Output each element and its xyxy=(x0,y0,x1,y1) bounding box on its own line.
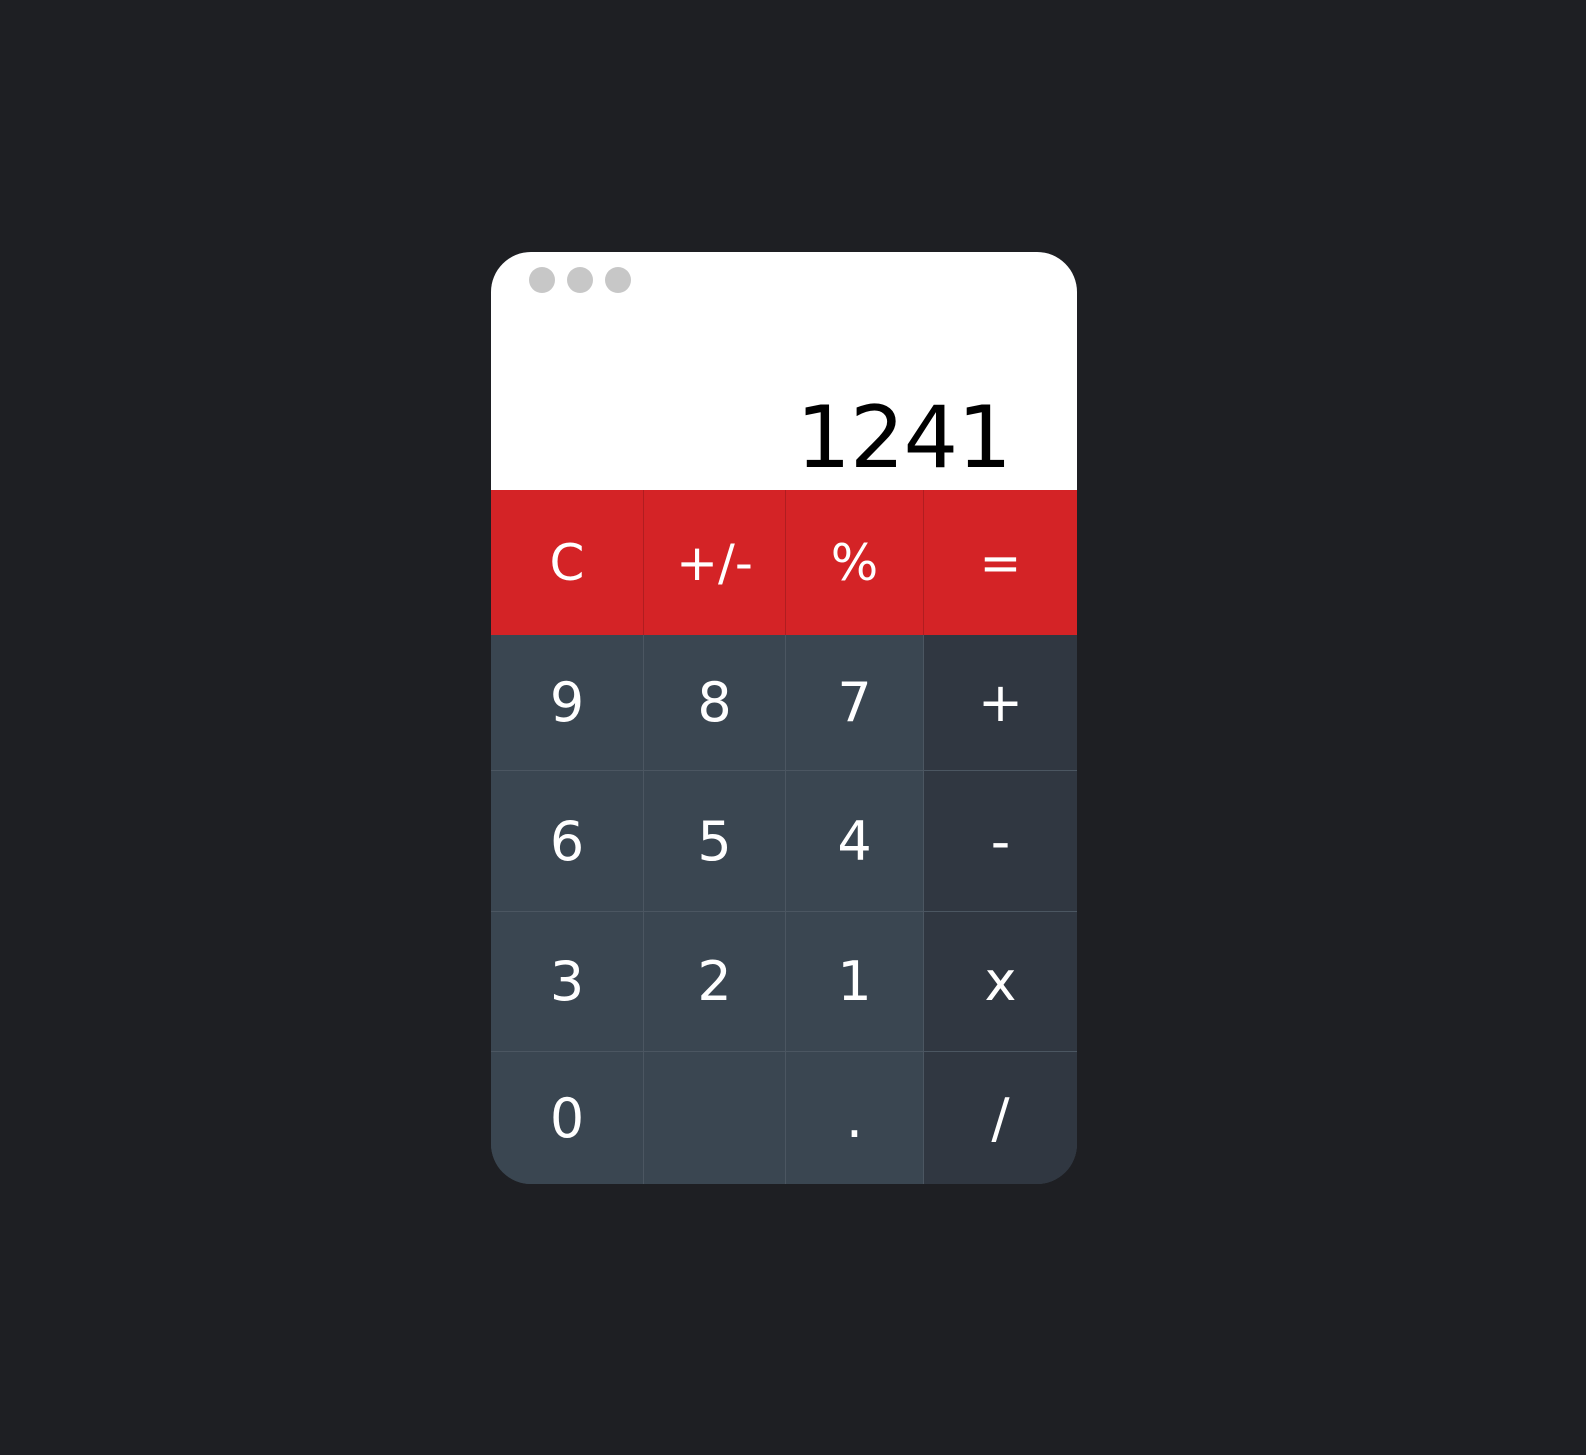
multiply-button[interactable]: x xyxy=(924,912,1077,1052)
key-1[interactable]: 1 xyxy=(786,912,924,1052)
key-4[interactable]: 4 xyxy=(786,771,924,912)
window-dot-1[interactable] xyxy=(529,267,555,293)
percent-button[interactable]: % xyxy=(786,490,924,635)
plus-button[interactable]: + xyxy=(924,635,1077,771)
display-panel: 1241 xyxy=(491,252,1077,490)
key-8[interactable]: 8 xyxy=(644,635,786,771)
key-5[interactable]: 5 xyxy=(644,771,786,912)
equals-button[interactable]: = xyxy=(924,490,1077,635)
window-dot-3[interactable] xyxy=(605,267,631,293)
minus-button[interactable]: - xyxy=(924,771,1077,912)
window-dot-2[interactable] xyxy=(567,267,593,293)
decimal-button[interactable]: . xyxy=(786,1052,924,1184)
key-3[interactable]: 3 xyxy=(491,912,644,1052)
key-6[interactable]: 6 xyxy=(491,771,644,912)
negate-button[interactable]: +/- xyxy=(644,490,786,635)
blank-key[interactable] xyxy=(644,1052,786,1184)
key-9[interactable]: 9 xyxy=(491,635,644,771)
key-0[interactable]: 0 xyxy=(491,1052,644,1184)
key-2[interactable]: 2 xyxy=(644,912,786,1052)
calculator-window: 1241 C +/- % = 9 8 7 + 6 5 4 - 3 2 1 x 0… xyxy=(491,252,1077,1184)
clear-button[interactable]: C xyxy=(491,490,644,635)
divide-button[interactable]: / xyxy=(924,1052,1077,1184)
display-value: 1241 xyxy=(796,388,1012,488)
key-7[interactable]: 7 xyxy=(786,635,924,771)
